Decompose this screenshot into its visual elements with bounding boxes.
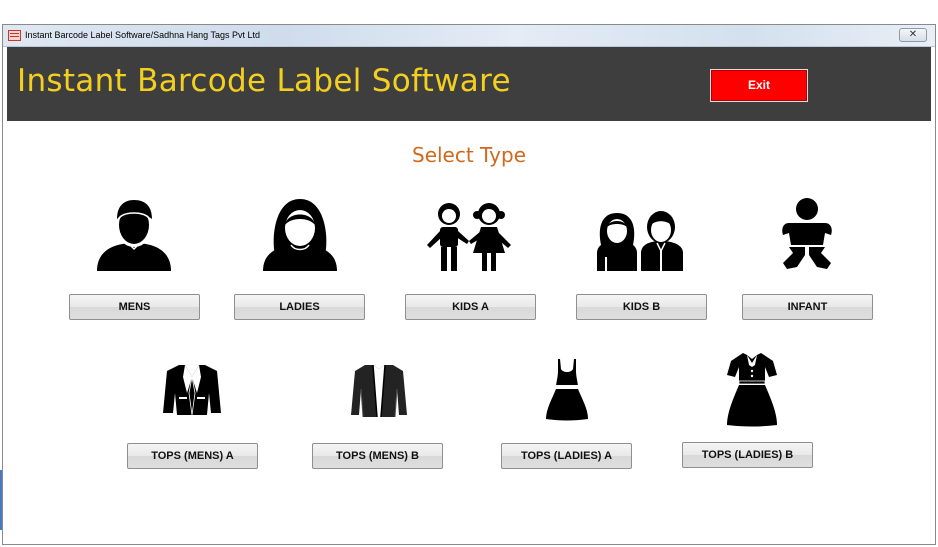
dress-icon [544,357,590,421]
blazer-icon [161,363,223,417]
app-window: Instant Barcode Label Software/Sadhna Ha… [2,24,936,545]
tops-mens-b-button[interactable]: TOPS (MENS) B [312,443,443,469]
man-icon [95,197,173,271]
ladies-button[interactable]: LADIES [234,294,365,320]
infant-button[interactable]: INFANT [742,294,873,320]
exit-button[interactable]: Exit [710,69,808,102]
collared-dress-icon [725,351,779,427]
title-bar[interactable]: Instant Barcode Label Software/Sadhna Ha… [3,25,935,47]
cardigan-icon [349,363,409,419]
window-close-button[interactable]: ✕ [899,28,927,42]
tops-ladies-b-button[interactable]: TOPS (LADIES) B [682,442,813,468]
mens-button[interactable]: MENS [69,294,200,320]
tops-ladies-a-button[interactable]: TOPS (LADIES) A [501,443,632,469]
desktop: Instant Barcode Label Software/Sadhna Ha… [0,0,938,547]
kids-b-button[interactable]: KIDS B [576,294,707,320]
app-icon [8,30,21,41]
section-title: Select Type [412,143,526,167]
header-banner: Instant Barcode Label Software Exit [7,47,931,121]
baby-icon [779,197,835,273]
tops-mens-a-button[interactable]: TOPS (MENS) A [127,443,258,469]
window-title: Instant Barcode Label Software/Sadhna Ha… [25,30,260,40]
app-title: Instant Barcode Label Software [17,63,511,99]
kids-holding-hands-icon [423,201,515,271]
woman-icon [261,197,339,271]
kids-pair-icon [595,205,687,271]
kids-a-button[interactable]: KIDS A [405,294,536,320]
